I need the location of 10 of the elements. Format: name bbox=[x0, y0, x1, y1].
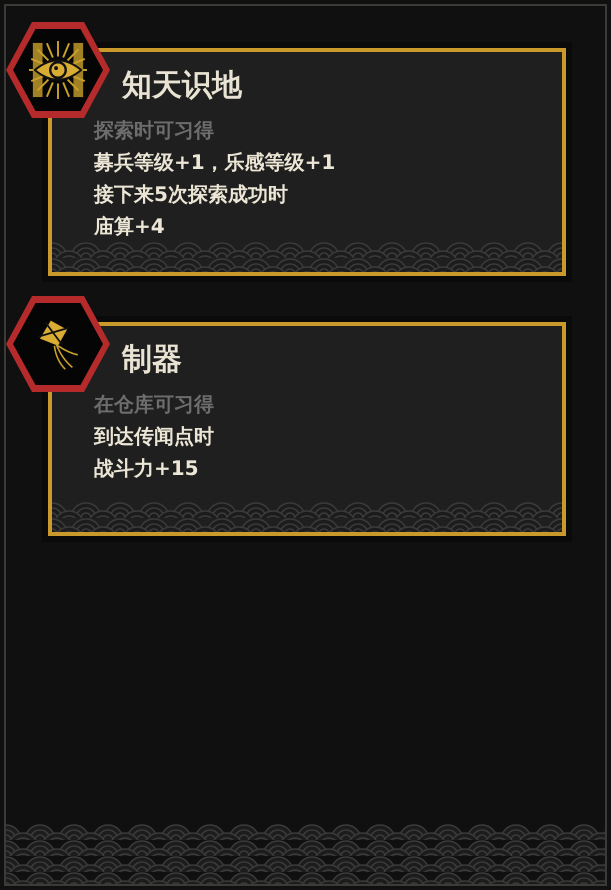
skill-effect: 到达传闻点时 bbox=[94, 423, 214, 450]
skill-effect: 战斗力+15 bbox=[94, 455, 199, 482]
eye-icon bbox=[29, 41, 87, 99]
skill-effect: 接下来5次探索成功时 bbox=[94, 181, 288, 208]
skill-source: 在仓库可习得 bbox=[94, 391, 214, 418]
skill-title: 知天识地 bbox=[122, 67, 242, 105]
skill-title: 制器 bbox=[122, 341, 182, 379]
skill-effect: 募兵等级+1，乐感等级+1 bbox=[94, 149, 336, 176]
skill-source: 探索时可习得 bbox=[94, 117, 214, 144]
skill-effect: 庙算+4 bbox=[94, 213, 165, 240]
